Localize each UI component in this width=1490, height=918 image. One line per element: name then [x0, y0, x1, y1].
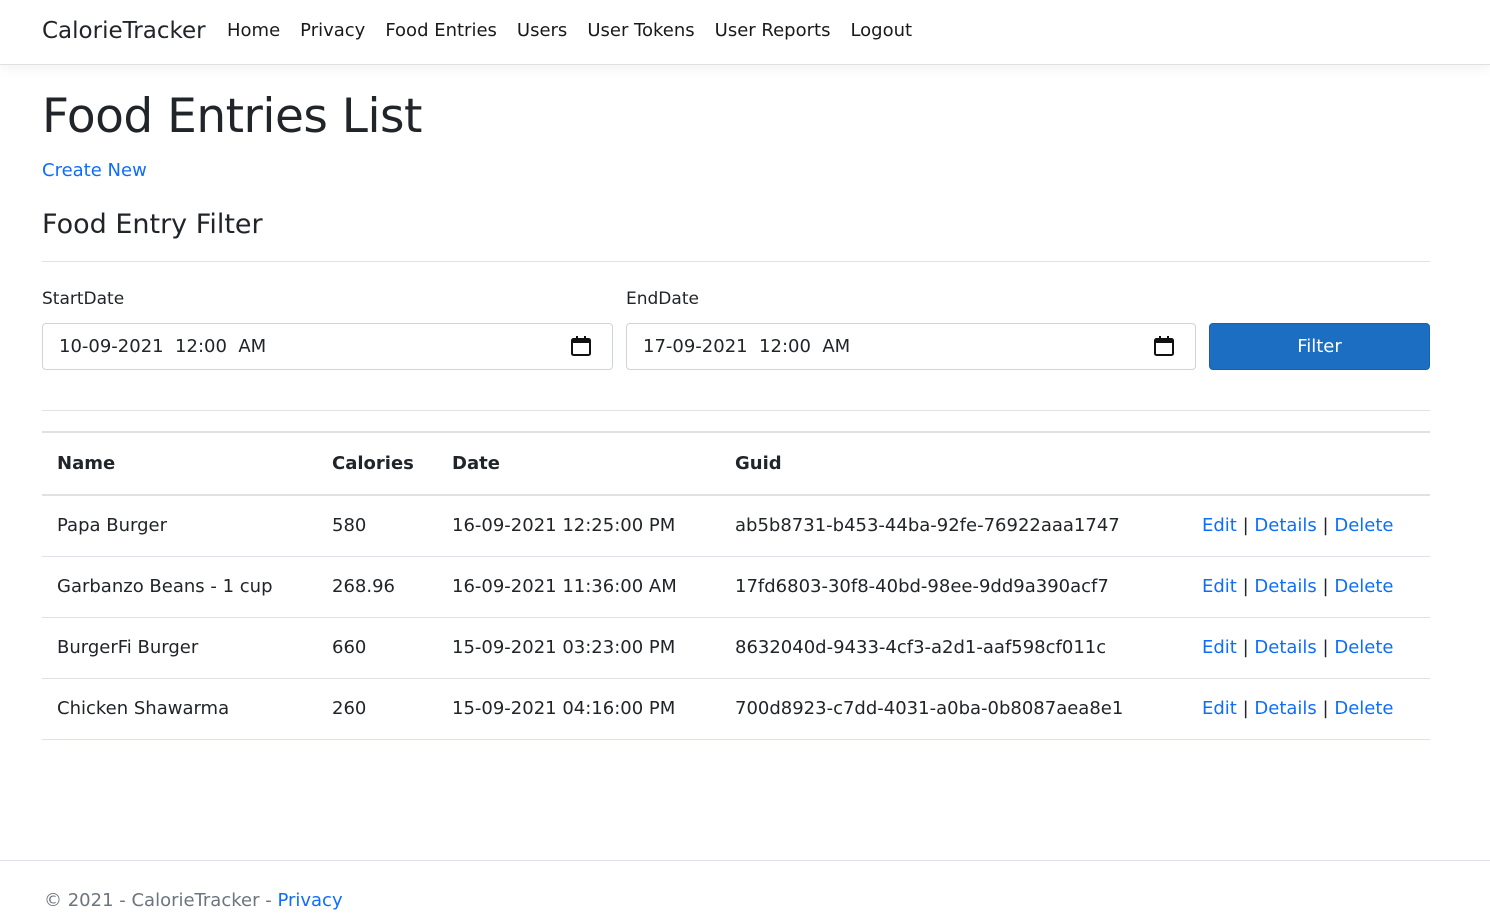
header-calories: Calories	[317, 431, 437, 496]
edit-link[interactable]: Edit	[1202, 576, 1237, 597]
details-link[interactable]: Details	[1254, 515, 1316, 536]
delete-link[interactable]: Delete	[1334, 576, 1393, 597]
header-guid: Guid	[720, 431, 1187, 496]
edit-link[interactable]: Edit	[1202, 515, 1237, 536]
filter-button[interactable]: Filter	[1209, 323, 1430, 370]
cell-actions: Edit | Details | Delete	[1187, 495, 1430, 557]
nav-link-users[interactable]: Users	[507, 18, 577, 44]
separator: |	[1242, 576, 1249, 597]
cell-guid: 700d8923-c7dd-4031-a0ba-0b8087aea8e1	[720, 678, 1187, 740]
cell-name: Garbanzo Beans - 1 cup	[42, 556, 317, 618]
cell-guid: 8632040d-9433-4cf3-a2d1-aaf598cf011c	[720, 617, 1187, 679]
separator: |	[1242, 698, 1249, 719]
start-date-input[interactable]	[42, 323, 613, 370]
start-date-label: StartDate	[42, 289, 125, 309]
footer-privacy-link[interactable]: Privacy	[277, 890, 342, 911]
cell-actions: Edit | Details | Delete	[1187, 556, 1430, 618]
header-date: Date	[437, 431, 720, 496]
edit-link[interactable]: Edit	[1202, 698, 1237, 719]
nav-links: Home Privacy Food Entries Users User Tok…	[217, 18, 922, 44]
calendar-icon[interactable]	[570, 335, 592, 357]
nav-link-privacy[interactable]: Privacy	[290, 18, 375, 44]
delete-link[interactable]: Delete	[1334, 698, 1393, 719]
details-link[interactable]: Details	[1254, 576, 1316, 597]
separator: |	[1242, 637, 1249, 658]
cell-date: 15-09-2021 04:16:00 PM	[437, 678, 720, 740]
footer-text: © 2021 - CalorieTracker - Privacy	[44, 888, 343, 914]
header-name: Name	[42, 431, 317, 496]
divider	[42, 261, 1430, 262]
end-date-input[interactable]	[626, 323, 1196, 370]
cell-guid: 17fd6803-30f8-40bd-98ee-9dd9a390acf7	[720, 556, 1187, 618]
cell-name: Papa Burger	[42, 495, 317, 557]
table-header-row: Name Calories Date Guid	[42, 431, 1430, 496]
separator: |	[1322, 576, 1329, 597]
details-link[interactable]: Details	[1254, 698, 1316, 719]
nav-link-logout[interactable]: Logout	[840, 18, 922, 44]
nav-link-user-reports[interactable]: User Reports	[705, 18, 841, 44]
table-row: Chicken Shawarma 260 15-09-2021 04:16:00…	[42, 678, 1430, 740]
create-new-link[interactable]: Create New	[42, 158, 147, 184]
cell-date: 16-09-2021 12:25:00 PM	[437, 495, 720, 557]
top-navbar: CalorieTracker Home Privacy Food Entries…	[0, 0, 1490, 65]
cell-actions: Edit | Details | Delete	[1187, 617, 1430, 679]
separator: |	[1242, 515, 1249, 537]
cell-actions: Edit | Details | Delete	[1187, 678, 1430, 740]
food-entries-table: Name Calories Date Guid Papa Burger 580 …	[42, 431, 1430, 740]
calendar-icon[interactable]	[1153, 335, 1175, 357]
separator: |	[1322, 637, 1329, 658]
table-row: Garbanzo Beans - 1 cup 268.96 16-09-2021…	[42, 556, 1430, 618]
cell-name: Chicken Shawarma	[42, 678, 317, 740]
cell-calories: 268.96	[317, 556, 437, 618]
end-date-label: EndDate	[626, 289, 699, 309]
separator: |	[1322, 515, 1329, 537]
details-link[interactable]: Details	[1254, 637, 1316, 658]
edit-link[interactable]: Edit	[1202, 637, 1237, 658]
nav-link-user-tokens[interactable]: User Tokens	[577, 18, 704, 44]
delete-link[interactable]: Delete	[1334, 637, 1393, 658]
page-footer: © 2021 - CalorieTracker - Privacy	[0, 860, 1490, 918]
brand-link[interactable]: CalorieTracker	[42, 16, 206, 46]
cell-date: 15-09-2021 03:23:00 PM	[437, 617, 720, 679]
cell-date: 16-09-2021 11:36:00 AM	[437, 556, 720, 618]
page-title: Food Entries List	[42, 89, 422, 144]
table-row: Papa Burger 580 16-09-2021 12:25:00 PM a…	[42, 495, 1430, 557]
cell-calories: 660	[317, 617, 437, 679]
cell-calories: 260	[317, 678, 437, 740]
divider	[42, 410, 1430, 411]
filter-title: Food Entry Filter	[42, 209, 263, 240]
delete-link[interactable]: Delete	[1334, 515, 1393, 536]
nav-link-food-entries[interactable]: Food Entries	[375, 18, 507, 44]
cell-name: BurgerFi Burger	[42, 617, 317, 679]
header-actions	[1187, 431, 1430, 496]
cell-guid: ab5b8731-b453-44ba-92fe-76922aaa1747	[720, 495, 1187, 557]
separator: |	[1322, 698, 1329, 719]
copyright-text: © 2021 - CalorieTracker -	[44, 890, 278, 911]
nav-link-home[interactable]: Home	[217, 18, 290, 44]
cell-calories: 580	[317, 495, 437, 557]
table-row: BurgerFi Burger 660 15-09-2021 03:23:00 …	[42, 617, 1430, 679]
